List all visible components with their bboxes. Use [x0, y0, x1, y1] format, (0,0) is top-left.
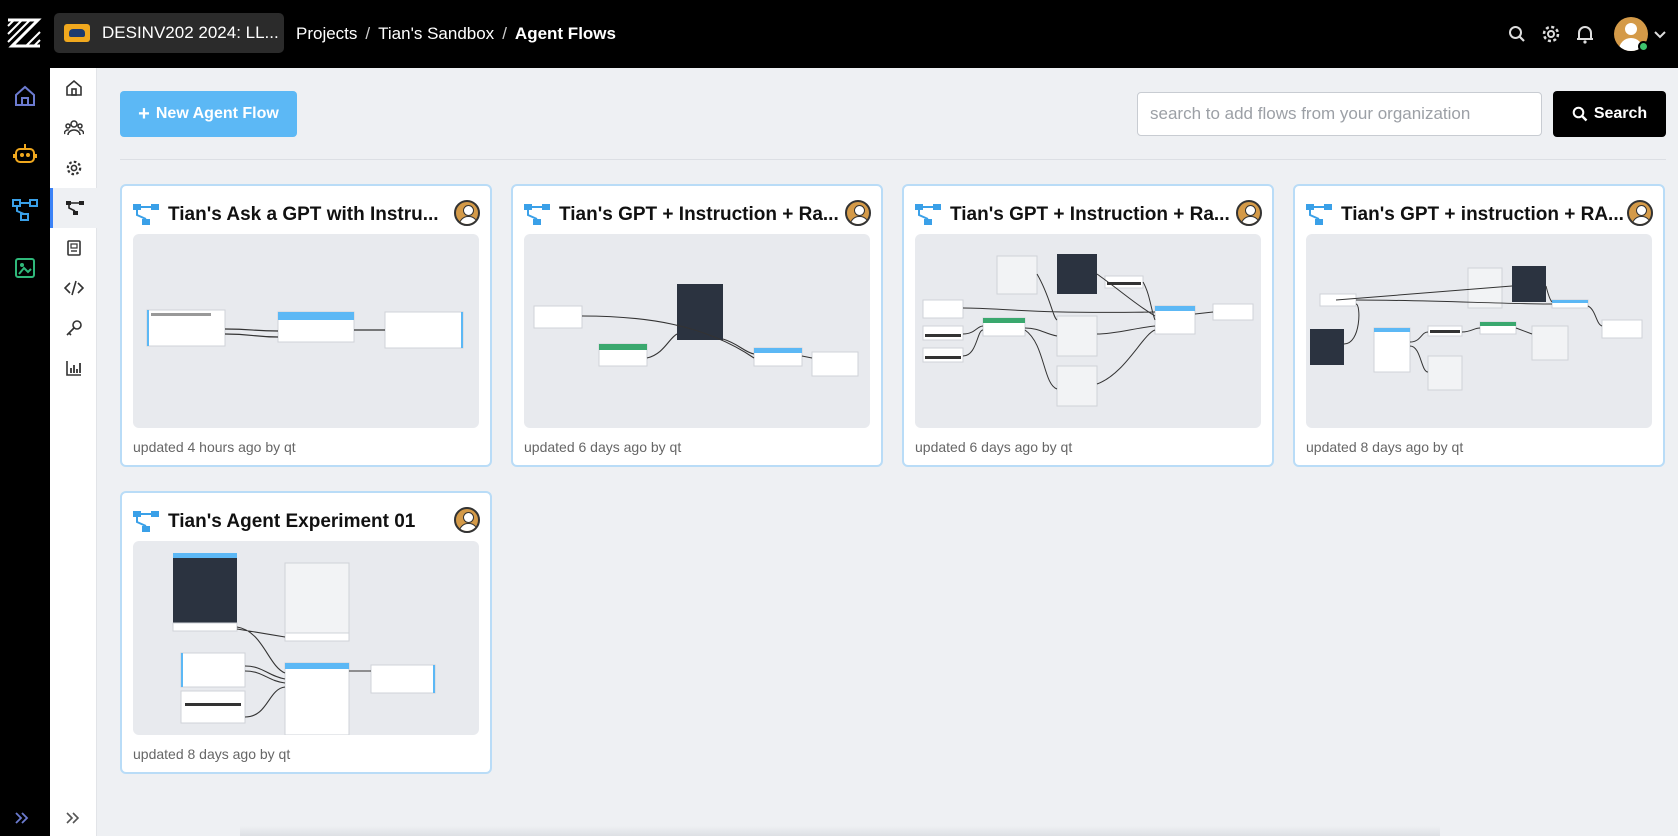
flow-icon[interactable] — [7, 192, 43, 228]
home-icon[interactable] — [7, 78, 43, 114]
owner-avatar — [1627, 200, 1653, 226]
project-logo-icon — [64, 24, 90, 42]
flow-title: Tian's GPT + Instruction + Ra... — [950, 204, 1230, 225]
flow-title: Tian's GPT + Instruction + Ra... — [559, 204, 839, 225]
sidebar-item-users[interactable] — [50, 108, 97, 148]
search-icon[interactable] — [1506, 23, 1528, 45]
new-agent-flow-label: New Agent Flow — [155, 105, 279, 122]
flow-preview — [1306, 234, 1652, 428]
flow-updated: updated 8 days ago by qt — [1306, 439, 1464, 455]
flow-updated: updated 8 days ago by qt — [133, 746, 291, 762]
flow-icon — [133, 204, 159, 225]
sidebar-item-settings[interactable] — [50, 148, 97, 188]
plus-icon: + — [138, 102, 150, 125]
sidebar-item-flows[interactable] — [50, 188, 97, 228]
flow-icon — [1306, 204, 1332, 225]
breadcrumb-current: Agent Flows — [514, 24, 616, 43]
flow-title: Tian's GPT + instruction + RA... — [1341, 204, 1624, 225]
app-rail — [0, 68, 50, 836]
card-header: Tian's GPT + Instruction + Ra... — [523, 200, 873, 230]
breadcrumb-sandbox[interactable]: Tian's Sandbox — [378, 24, 494, 44]
book-icon — [66, 240, 81, 256]
new-agent-flow-button[interactable]: + New Agent Flow — [120, 91, 297, 137]
home-icon — [65, 79, 82, 96]
flow-updated: updated 6 days ago by qt — [915, 439, 1073, 455]
card-header: Tian's GPT + Instruction + Ra... — [914, 200, 1264, 230]
flow-card[interactable]: Tian's Agent Experiment 01 updated 8 day… — [120, 491, 492, 774]
search-input[interactable] — [1137, 92, 1542, 136]
flow-icon — [133, 511, 159, 532]
flows-icon — [66, 201, 84, 215]
card-header: Tian's Agent Experiment 01 — [132, 507, 482, 537]
online-status-dot — [1638, 41, 1649, 52]
bottom-scroll-shadow — [240, 826, 1440, 836]
flow-preview — [133, 234, 479, 428]
key-icon — [65, 320, 82, 336]
sidebar-item-code[interactable] — [50, 268, 97, 308]
expand-rail-icon[interactable] — [12, 808, 32, 828]
user-avatar[interactable] — [1614, 17, 1649, 52]
owner-avatar — [454, 200, 480, 226]
search-button[interactable]: Search — [1553, 91, 1666, 137]
flow-title: Tian's Ask a GPT with Instru... — [168, 204, 439, 225]
sidebar-item-keys[interactable] — [50, 308, 97, 348]
flow-preview — [133, 541, 479, 735]
owner-avatar — [454, 507, 480, 533]
search-icon — [1572, 106, 1588, 122]
code-icon — [63, 280, 84, 296]
settings-icon — [66, 160, 81, 176]
card-header: Tian's Ask a GPT with Instru... — [132, 200, 482, 230]
flow-updated: updated 4 hours ago by qt — [133, 439, 296, 455]
project-sidebar — [50, 68, 97, 836]
sidebar-item-home[interactable] — [50, 68, 97, 108]
project-selector[interactable]: DESINV202 2024: LL... — [54, 13, 284, 53]
flow-title: Tian's Agent Experiment 01 — [168, 511, 416, 532]
gear-icon[interactable] — [1540, 23, 1562, 45]
owner-avatar — [1236, 200, 1262, 226]
flow-card[interactable]: Tian's GPT + Instruction + Ra... updated… — [902, 184, 1274, 467]
flow-card[interactable]: Tian's Ask a GPT with Instru... updated … — [120, 184, 492, 467]
bell-icon[interactable] — [1574, 23, 1596, 45]
top-bar-actions — [1506, 0, 1678, 68]
toolbar-divider — [120, 159, 1666, 160]
robot-icon[interactable] — [7, 136, 43, 172]
owner-avatar — [845, 200, 871, 226]
flow-card[interactable]: Tian's GPT + Instruction + Ra... updated… — [511, 184, 883, 467]
flow-icon — [915, 204, 941, 225]
users-icon — [63, 120, 84, 136]
breadcrumb-separator: / — [502, 24, 507, 43]
flow-card[interactable]: Tian's GPT + instruction + RA... updated… — [1293, 184, 1665, 467]
breadcrumb-projects[interactable]: Projects — [296, 24, 357, 44]
analytics-icon — [65, 361, 81, 376]
search-button-label: Search — [1593, 105, 1648, 122]
app-logo[interactable] — [4, 14, 44, 54]
expand-sidebar-icon[interactable] — [63, 808, 83, 828]
sidebar-item-analytics[interactable] — [50, 348, 97, 388]
top-bar: DESINV202 2024: LL... Projects / Tian's … — [0, 0, 1678, 68]
sidebar-item-docs[interactable] — [50, 228, 97, 268]
project-name: DESINV202 2024: LL... — [102, 23, 279, 42]
breadcrumb: Projects / Tian's Sandbox / Agent Flows — [296, 24, 616, 44]
breadcrumb-separator: / — [365, 24, 371, 43]
dataset-icon[interactable] — [7, 250, 43, 286]
flow-updated: updated 6 days ago by qt — [524, 439, 682, 455]
card-header: Tian's GPT + instruction + RA... — [1305, 200, 1655, 230]
flow-icon — [524, 204, 550, 225]
chevron-down-icon[interactable] — [1652, 26, 1668, 42]
flow-preview — [524, 234, 870, 428]
flow-preview — [915, 234, 1261, 428]
